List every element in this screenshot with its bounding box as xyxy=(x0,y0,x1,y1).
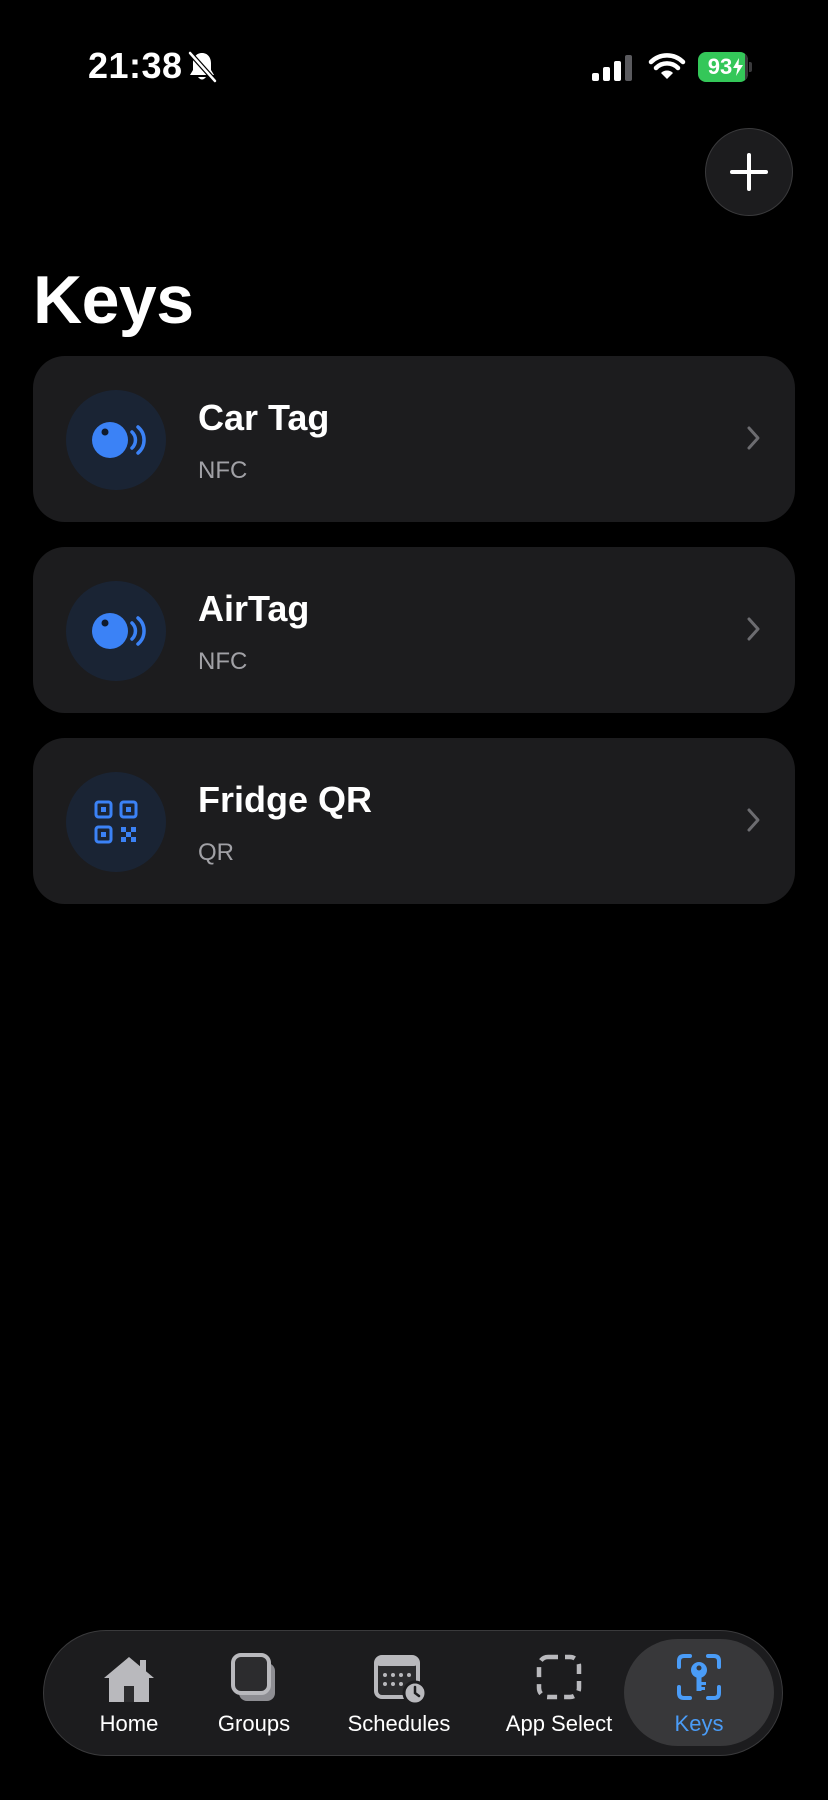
tab-label: Schedules xyxy=(347,1711,451,1736)
key-type: NFC xyxy=(198,648,248,675)
battery-cap xyxy=(749,62,752,72)
battery-charging-icon xyxy=(733,58,743,76)
battery-indicator: 93 xyxy=(698,52,752,82)
tab-label: App Select xyxy=(505,1711,613,1736)
status-time: 21:38 xyxy=(88,45,183,86)
cellular-signal-icon xyxy=(592,55,632,81)
tab-schedules[interactable]: Schedules xyxy=(334,1631,464,1754)
chevron-right-icon xyxy=(747,426,760,450)
key-card-fridge-qr[interactable]: Fridge QR QR xyxy=(33,738,795,904)
key-card-airtag[interactable]: AirTag NFC xyxy=(33,547,795,713)
house-icon xyxy=(104,1657,154,1702)
key-type: NFC xyxy=(198,457,248,484)
key-icon-badge xyxy=(66,772,166,872)
nfc-tag-icon xyxy=(92,613,146,649)
key-name: AirTag xyxy=(198,588,310,629)
calendar-clock-icon xyxy=(374,1655,428,1705)
tab-label: Groups xyxy=(217,1711,291,1736)
bell-slash-icon xyxy=(188,51,217,83)
key-type: QR xyxy=(198,839,234,866)
dashed-square-icon xyxy=(536,1654,582,1700)
tab-app-select[interactable]: App Select xyxy=(489,1631,629,1754)
wifi-icon xyxy=(648,53,686,79)
nfc-tag-icon xyxy=(92,422,146,458)
key-icon-badge xyxy=(66,390,166,490)
plus-icon xyxy=(730,153,768,191)
tab-keys[interactable]: Keys xyxy=(624,1639,774,1746)
stacked-squares-icon xyxy=(231,1653,275,1701)
key-name: Car Tag xyxy=(198,397,330,438)
page-title: Keys xyxy=(33,262,194,338)
tab-label: Home xyxy=(99,1711,159,1736)
battery-empty-portion xyxy=(744,52,748,82)
key-list: Car Tag NFC AirTag NFC Fridge QR QR xyxy=(33,356,795,929)
key-name: Fridge QR xyxy=(198,779,373,820)
tab-label: Keys xyxy=(674,1711,724,1736)
tab-bar: Home Groups Schedules App Select Keys xyxy=(43,1630,783,1756)
chevron-right-icon xyxy=(747,617,760,641)
battery-body: 93 xyxy=(698,52,748,82)
tab-home[interactable]: Home xyxy=(74,1631,184,1754)
key-viewfinder-icon xyxy=(677,1654,721,1700)
key-card-car-tag[interactable]: Car Tag NFC xyxy=(33,356,795,522)
qr-code-icon xyxy=(94,800,138,844)
key-icon-badge xyxy=(66,581,166,681)
chevron-right-icon xyxy=(747,808,760,832)
tab-groups[interactable]: Groups xyxy=(199,1631,309,1754)
add-key-button[interactable] xyxy=(705,128,793,216)
